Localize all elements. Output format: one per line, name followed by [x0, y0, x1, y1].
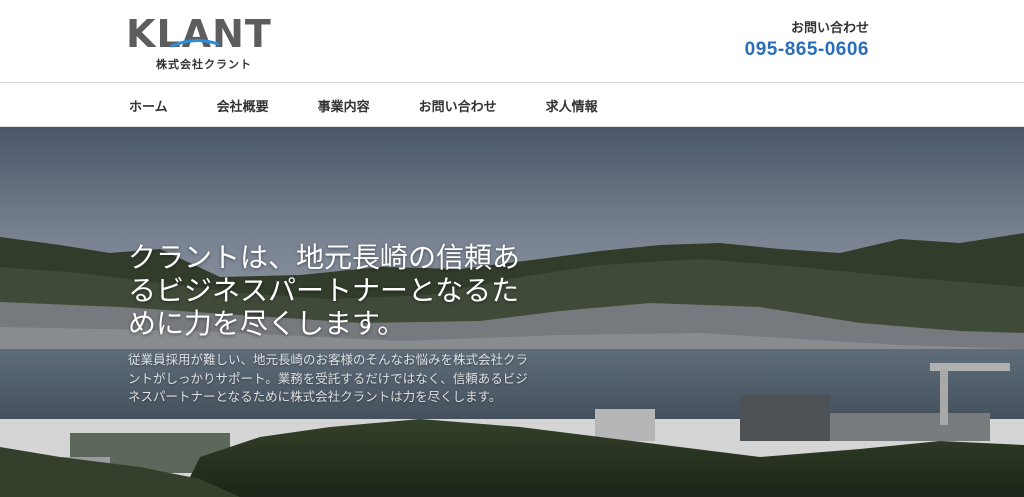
logo-swoosh-icon: [170, 39, 220, 48]
company-logo[interactable]: KLANT 株式会社クラント: [126, 14, 276, 71]
nav-item-company[interactable]: 会社概要: [217, 96, 269, 115]
hero-headline: クラントは、地元長崎の信頼あるビジネスパートナーとなるために力を尽くします。: [128, 241, 521, 340]
nav-item-contact[interactable]: お問い合わせ: [419, 96, 497, 115]
phone-number-link[interactable]: 095-865-0606: [745, 39, 869, 61]
nav-list: ホーム 会社概要 事業内容 お問い合わせ 求人情報: [129, 83, 647, 127]
site-header: KLANT 株式会社クラント お問い合わせ 095-865-0606: [0, 0, 1024, 82]
hero-section: クラントは、地元長崎の信頼あるビジネスパートナーとなるために力を尽くします。 従…: [0, 127, 1024, 497]
nav-item-home[interactable]: ホーム: [129, 96, 168, 115]
contact-block: お問い合わせ 095-865-0606: [745, 17, 869, 61]
nav-item-services[interactable]: 事業内容: [318, 96, 370, 115]
contact-label: お問い合わせ: [790, 21, 869, 36]
main-nav: ホーム 会社概要 事業内容 お問い合わせ 求人情報: [0, 82, 1024, 127]
hero-subcopy: 従業員採用が難しい、地元長崎のお客様のそんなお悩みを株式会社クラントがしっかりサ…: [128, 352, 529, 404]
company-name: 株式会社クラント: [156, 58, 252, 71]
nav-item-recruit[interactable]: 求人情報: [546, 96, 598, 115]
